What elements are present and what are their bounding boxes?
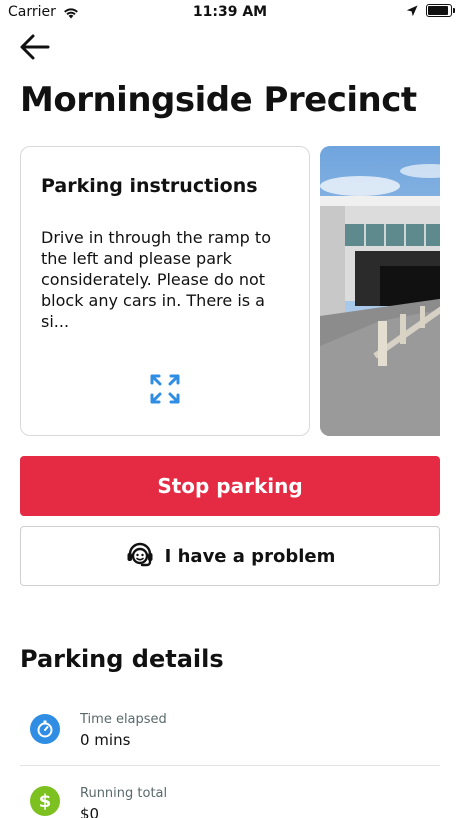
detail-value: $0 [80, 805, 100, 818]
dollar-icon: $ [30, 786, 60, 816]
parking-photo-card[interactable] [320, 146, 440, 436]
instructions-body: Drive in through the ramp to the left an… [41, 228, 271, 331]
status-right [406, 4, 455, 17]
stop-parking-label: Stop parking [157, 474, 303, 498]
arrow-left-icon [20, 34, 50, 60]
detail-value: 0 mins [80, 731, 131, 749]
back-button[interactable] [18, 30, 52, 64]
detail-row-running-total: $ Running total $0 [20, 780, 440, 818]
location-arrow-icon [406, 5, 418, 16]
detail-label: Running total [80, 786, 168, 801]
battery-icon [426, 4, 455, 17]
detail-label: Time elapsed [80, 712, 167, 727]
status-time: 11:39 AM [192, 4, 268, 20]
parking-garage-photo [320, 146, 440, 436]
detail-row-time-elapsed: Time elapsed 0 mins [20, 706, 440, 766]
instructions-title: Parking instructions [41, 175, 258, 197]
status-bar: Carrier 11:39 AM [0, 0, 460, 24]
stopwatch-icon [30, 714, 60, 744]
expand-button[interactable] [149, 373, 181, 405]
stop-parking-button[interactable]: Stop parking [20, 456, 440, 516]
parking-instructions-card[interactable]: Parking instructions Drive in through th… [20, 146, 310, 436]
page-title: Morningside Precinct [20, 80, 417, 120]
have-problem-button[interactable]: I have a problem [20, 526, 440, 586]
expand-icon [150, 374, 180, 404]
parking-details-title: Parking details [20, 645, 224, 673]
info-carousel[interactable]: Parking instructions Drive in through th… [20, 146, 440, 436]
headset-support-icon [127, 542, 153, 567]
have-problem-label: I have a problem [164, 545, 336, 567]
